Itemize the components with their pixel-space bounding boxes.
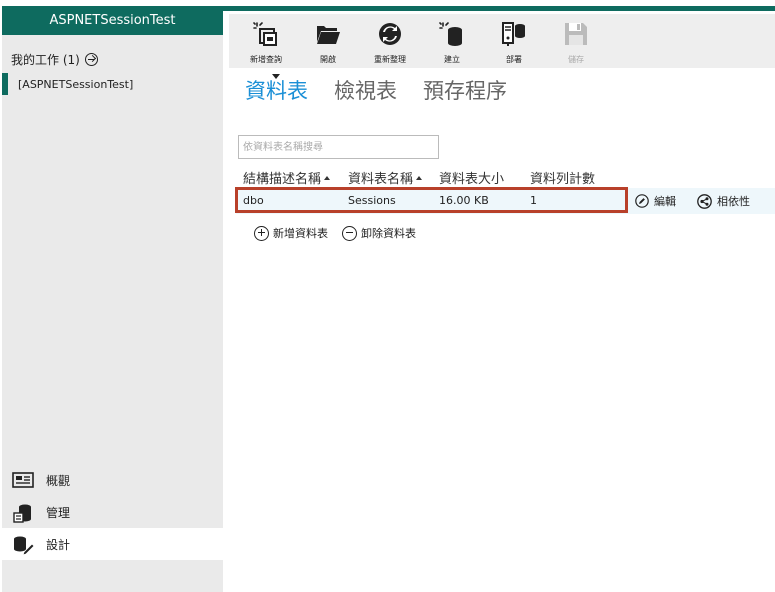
sidebar: ASPNETSessionTest 我的工作 (1) [ASPNETSessio…: [2, 6, 223, 592]
create-database-icon: [439, 22, 462, 46]
open-button[interactable]: 開啟: [297, 14, 359, 68]
app-title: ASPNETSessionTest: [2, 6, 223, 35]
tab-stored-procedures[interactable]: 預存程序: [423, 74, 507, 108]
design-icon: [12, 535, 35, 556]
new-query-label: 新增查詢: [250, 55, 282, 64]
column-header-label: 資料列計數: [530, 172, 596, 187]
new-query-icon: [253, 22, 277, 46]
object-tabs: 資料表 檢視表 預存程序: [245, 74, 507, 108]
open-label: 開啟: [320, 55, 336, 64]
tab-tables[interactable]: 資料表: [245, 74, 308, 108]
minus-circle-icon: [342, 225, 357, 241]
cell-table-size: 16.00 KB: [439, 194, 489, 207]
edit-pencil-icon: [635, 194, 649, 208]
sidebar-item-label: 概觀: [46, 473, 71, 488]
my-work-label: 我的工作 (1): [11, 52, 80, 67]
tab-views[interactable]: 檢視表: [334, 74, 397, 108]
refresh-label: 重新整理: [374, 55, 406, 64]
column-header-label: 資料表名稱: [348, 172, 414, 187]
refresh-icon: [379, 23, 401, 45]
open-folder-icon: [317, 26, 340, 44]
create-button[interactable]: 建立: [421, 14, 483, 68]
toolbar: 新增查詢 開啟 重新整理 建立 部署 儲存: [229, 14, 775, 68]
save-icon: [565, 23, 587, 45]
table-search-input[interactable]: [238, 135, 439, 159]
edit-button[interactable]: 編輯: [635, 188, 676, 214]
deploy-icon: [502, 22, 525, 46]
add-table-button[interactable]: 新增資料表: [254, 224, 328, 242]
sidebar-item-label: 設計: [46, 537, 71, 552]
column-header-table-size[interactable]: 資料表大小: [439, 168, 504, 187]
sidebar-nav: 概觀 管理 設計: [2, 464, 223, 560]
project-item[interactable]: [ASPNETSessionTest]: [2, 73, 223, 95]
cell-table-name: Sessions: [348, 194, 396, 207]
table-row[interactable]: dbo Sessions 16.00 KB 1 編輯 相依性: [236, 188, 775, 214]
plus-circle-icon: [254, 225, 269, 241]
cell-schema: dbo: [243, 194, 264, 207]
dependency-icon: [697, 193, 712, 209]
dependency-label: 相依性: [717, 195, 750, 208]
sidebar-item-label: 管理: [46, 505, 71, 520]
sort-ascending-icon: [416, 175, 423, 180]
save-button[interactable]: 儲存: [545, 14, 607, 68]
my-work-link[interactable]: 我的工作 (1): [11, 51, 223, 67]
sidebar-item-design[interactable]: 設計: [2, 528, 223, 560]
manage-icon: [12, 503, 34, 523]
dependency-button[interactable]: 相依性: [697, 188, 750, 214]
create-label: 建立: [444, 55, 460, 64]
cell-row-count: 1: [530, 194, 537, 207]
deploy-label: 部署: [506, 55, 522, 64]
top-accent-bar: [223, 6, 775, 11]
column-header-schema[interactable]: 結構描述名稱: [243, 168, 331, 187]
arrow-right-circle-icon: [84, 52, 98, 66]
new-query-button[interactable]: 新增查詢: [235, 14, 297, 68]
sort-ascending-icon: [324, 175, 331, 180]
column-header-table-name[interactable]: 資料表名稱: [348, 168, 423, 187]
refresh-button[interactable]: 重新整理: [359, 14, 421, 68]
column-header-label: 結構描述名稱: [243, 172, 322, 187]
table-actions: 新增資料表 卸除資料表: [254, 224, 416, 242]
column-header-label: 資料表大小: [439, 172, 505, 187]
sidebar-item-overview[interactable]: 概觀: [2, 464, 223, 496]
edit-label: 編輯: [654, 195, 676, 208]
remove-table-label: 卸除資料表: [361, 227, 416, 240]
overview-icon: [12, 471, 34, 489]
sidebar-item-manage[interactable]: 管理: [2, 496, 223, 528]
add-table-label: 新增資料表: [273, 227, 328, 240]
save-label: 儲存: [568, 55, 584, 64]
deploy-button[interactable]: 部署: [483, 14, 545, 68]
remove-table-button[interactable]: 卸除資料表: [342, 224, 416, 242]
column-header-row-count[interactable]: 資料列計數: [530, 168, 595, 187]
